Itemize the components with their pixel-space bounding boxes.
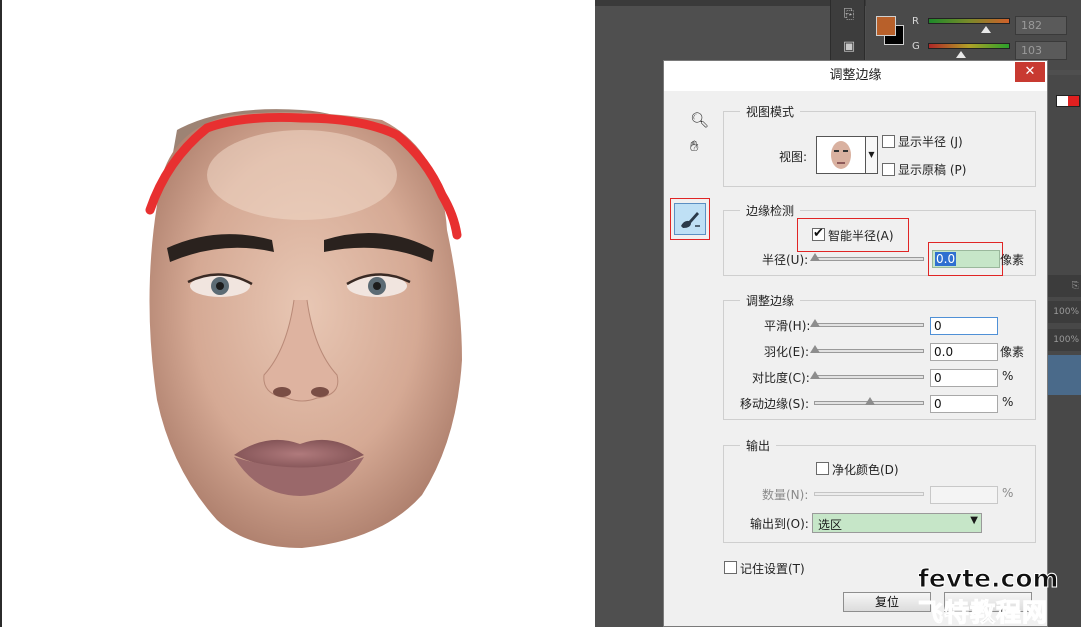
remember-settings-label: 记住设置(T)	[740, 562, 805, 576]
view-preview-thumbnail[interactable]	[816, 136, 866, 174]
watermark-domain: fevte.com	[918, 564, 1060, 594]
radius-slider[interactable]	[814, 257, 924, 261]
output-to-value: 选区	[818, 518, 843, 532]
red-channel-label: R	[912, 16, 919, 27]
radius-unit: 像素	[1000, 253, 1025, 267]
contrast-slider[interactable]	[814, 375, 924, 379]
radius-slider-thumb[interactable]	[810, 253, 820, 261]
chevron-down-icon: ▼	[970, 515, 978, 526]
opacity-field[interactable]: 100%	[1046, 301, 1081, 323]
dialog-title: 调整边缘	[664, 61, 1047, 91]
decontaminate-label: 净化颜色(D)	[832, 463, 899, 477]
red-channel-slider[interactable]	[928, 18, 1010, 24]
shift-edge-unit: %	[1002, 395, 1014, 409]
feather-unit: 像素	[1000, 345, 1025, 359]
view-mode-group	[723, 111, 1036, 187]
remember-settings-checkbox[interactable]	[724, 561, 737, 574]
color-ramp-swatch[interactable]	[1056, 95, 1080, 107]
contrast-unit: %	[1002, 369, 1014, 383]
contrast-label: 对比度(C):	[752, 371, 810, 385]
edge-detection-legend: 边缘检测	[740, 202, 801, 219]
show-radius-label: 显示半径 (J)	[898, 135, 963, 149]
refine-radius-tool-icon[interactable]	[674, 203, 706, 235]
foreground-color-swatch[interactable]	[876, 16, 896, 36]
view-dropdown-arrow[interactable]: ▼	[866, 136, 878, 174]
amount-slider	[814, 492, 924, 496]
amount-input	[930, 486, 998, 504]
amount-label: 数量(N):	[762, 488, 809, 502]
feather-input[interactable]: 0.0	[930, 343, 998, 361]
document-canvas[interactable]	[0, 0, 595, 627]
smooth-input[interactable]: 0	[930, 317, 998, 335]
feather-label: 羽化(E):	[764, 345, 809, 359]
green-channel-slider[interactable]	[928, 43, 1010, 49]
smooth-label: 平滑(H):	[764, 319, 811, 333]
radius-input[interactable]: 0.0	[932, 250, 1000, 268]
hand-tool-icon[interactable]: ✋︎	[690, 137, 699, 155]
smart-radius-label: 智能半径(A)	[828, 229, 894, 243]
contrast-slider-thumb[interactable]	[810, 371, 820, 379]
red-channel-thumb[interactable]	[981, 26, 992, 33]
side-panel-strip: ⎘ 100% 100%	[1046, 75, 1081, 627]
output-to-label: 输出到(O):	[750, 517, 809, 531]
refine-edge-dialog: 调整边缘 ✕ 🔍︎ ✋︎ 视图模式 视图: ▼ 显示半径 (J) 显示原稿 (P…	[663, 60, 1048, 627]
fill-field[interactable]: 100%	[1046, 329, 1081, 351]
cube-icon[interactable]: ▣	[840, 38, 858, 56]
contrast-input[interactable]: 0	[930, 369, 998, 387]
green-channel-label: G	[912, 41, 920, 52]
decontaminate-checkbox[interactable]	[816, 462, 829, 475]
feather-slider[interactable]	[814, 349, 924, 353]
show-original-checkbox[interactable]	[882, 163, 895, 176]
view-label: 视图:	[779, 150, 808, 164]
green-value-field[interactable]: 103	[1015, 41, 1067, 60]
shift-edge-slider-thumb[interactable]	[865, 397, 875, 405]
show-radius-checkbox[interactable]	[882, 135, 895, 148]
output-legend: 输出	[740, 437, 777, 454]
view-mode-legend: 视图模式	[740, 103, 801, 120]
smart-radius-checkbox[interactable]	[812, 226, 825, 241]
amount-unit: %	[1002, 486, 1014, 500]
radius-label: 半径(U):	[762, 253, 809, 267]
shift-edge-label: 移动边缘(S):	[740, 397, 810, 411]
face-image	[145, 109, 462, 548]
output-to-select[interactable]: 选区 ▼	[812, 513, 982, 533]
green-channel-thumb[interactable]	[955, 51, 966, 58]
red-value-field[interactable]: 182	[1015, 16, 1067, 35]
show-original-label: 显示原稿 (P)	[898, 163, 967, 177]
close-icon[interactable]: ✕	[1015, 62, 1045, 82]
adjust-edge-legend: 调整边缘	[740, 292, 801, 309]
selected-layer-row[interactable]	[1046, 355, 1081, 395]
site-watermark: fevte.com 飞特教程网	[917, 564, 1081, 627]
smooth-slider[interactable]	[814, 323, 924, 327]
shift-edge-input[interactable]: 0	[930, 395, 998, 413]
history-icon[interactable]: ⎘	[840, 6, 858, 24]
lock-icon[interactable]: ⎘	[1046, 275, 1081, 297]
feather-slider-thumb[interactable]	[810, 345, 820, 353]
smooth-slider-thumb[interactable]	[810, 319, 820, 327]
zoom-tool-icon[interactable]: 🔍︎	[690, 111, 709, 129]
watermark-site-name: 飞特教程网	[917, 598, 1049, 627]
radius-value-selected: 0.0	[935, 252, 957, 266]
